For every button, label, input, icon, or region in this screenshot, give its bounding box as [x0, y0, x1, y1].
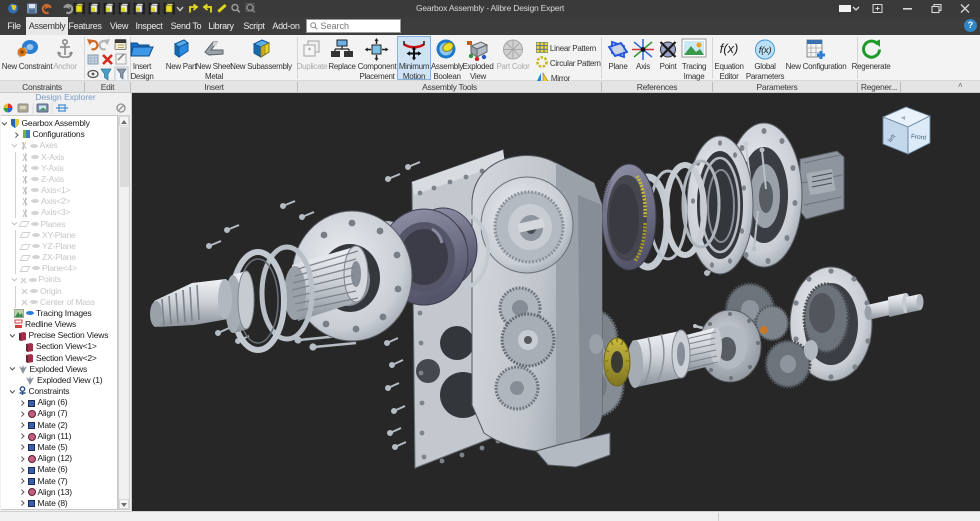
svg-text:f(x): f(x) — [759, 45, 772, 56]
